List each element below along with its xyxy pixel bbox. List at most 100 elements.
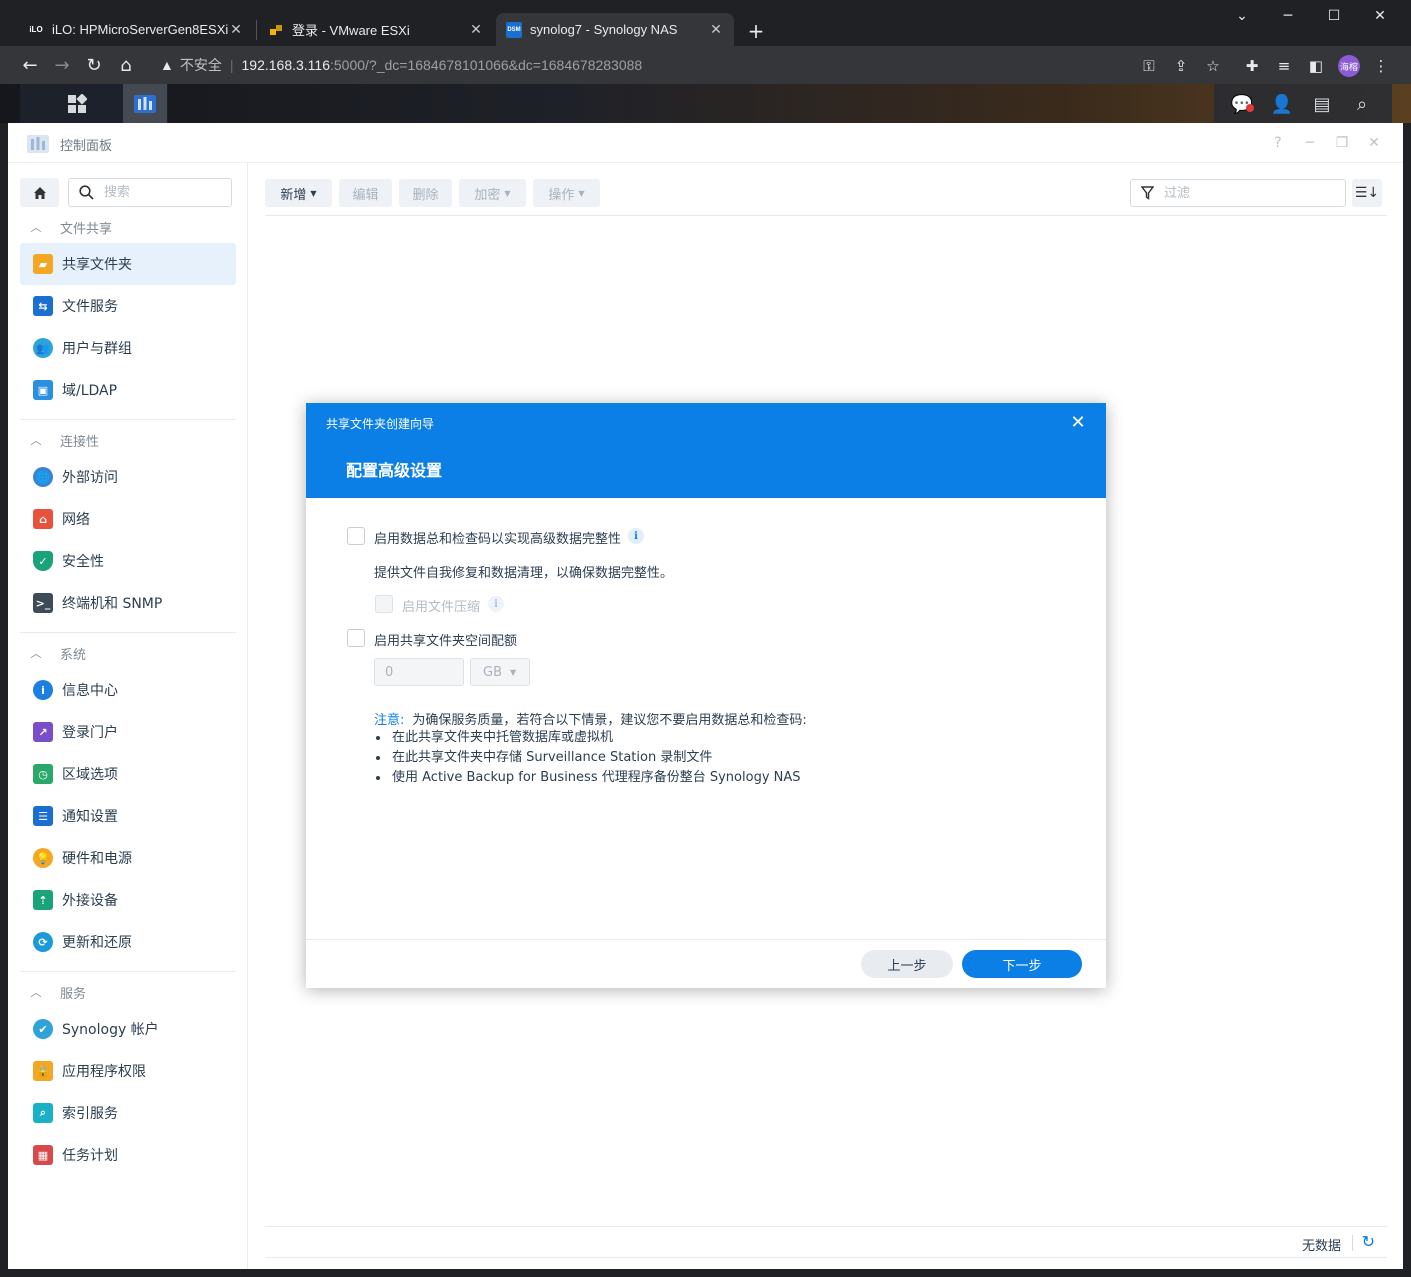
user-icon[interactable]: 👤: [1270, 92, 1294, 116]
section-system[interactable]: ︿ 系统: [20, 639, 236, 667]
sidebar-item-external-devices[interactable]: ⇡ 外接设备: [20, 879, 236, 921]
sidebar-item-indexing-service[interactable]: ⌕ 索引服务: [20, 1092, 236, 1134]
share-icon[interactable]: ⇪: [1171, 56, 1191, 76]
sidebar-item-label: 登录门户: [62, 725, 118, 741]
main-menu-grid-icon[interactable]: [55, 84, 99, 123]
menu-kebab-icon[interactable]: ⋮: [1371, 56, 1391, 76]
close-icon[interactable]: ✕: [1068, 412, 1088, 433]
action-button[interactable]: 操作 ▼: [533, 179, 600, 207]
sidebar-item-file-services[interactable]: ⇆ 文件服务: [20, 285, 236, 327]
dialog-header: 共享文件夹创建向导 配置高级设置 ✕: [306, 403, 1106, 498]
next-button[interactable]: 下一步: [962, 950, 1082, 978]
sort-button[interactable]: ☰↓: [1352, 179, 1382, 207]
reload-icon[interactable]: ↻: [83, 54, 105, 76]
sidebar-item-shared-folder[interactable]: ▰ 共享文件夹: [20, 243, 236, 285]
minimize-icon[interactable]: ─: [1301, 134, 1319, 152]
new-tab-icon[interactable]: +: [746, 19, 766, 43]
dialog-title: 配置高级设置: [346, 461, 443, 480]
sidebar-item-synology-account[interactable]: ✔ Synology 帐户: [20, 1008, 236, 1050]
refresh-icon[interactable]: ↻: [1362, 1232, 1375, 1251]
section-file-sharing[interactable]: ︿ 文件共享: [20, 213, 236, 241]
sidebar-item-update-restore[interactable]: ⟳ 更新和还原: [20, 921, 236, 963]
sidebar-item-task-scheduler[interactable]: ▦ 任务计划: [20, 1134, 236, 1176]
control-panel-taskbar-icon[interactable]: [123, 84, 167, 123]
side-panel-icon[interactable]: ◧: [1306, 56, 1326, 76]
sidebar-item-external-access[interactable]: 🌐 外部访问: [20, 456, 236, 498]
bookmark-star-icon[interactable]: ☆: [1203, 56, 1223, 76]
reading-list-icon[interactable]: ≡: [1274, 56, 1294, 76]
browser-tab-ilo[interactable]: iLO iLO: HPMicroServerGen8ESXi ✕: [18, 13, 254, 46]
sidebar-item-label: 任务计划: [62, 1148, 118, 1164]
info-icon[interactable]: i: [628, 528, 644, 544]
sidebar-item-network[interactable]: ⌂ 网络: [20, 498, 236, 540]
sidebar-item-domain-ldap[interactable]: ▣ 域/LDAP: [20, 369, 236, 411]
maximize-icon[interactable]: ☐: [1311, 0, 1357, 32]
caret-down-icon: ▼: [510, 667, 517, 677]
close-tab-icon[interactable]: ✕: [228, 21, 244, 38]
compression-label[interactable]: 启用文件压缩: [402, 596, 480, 615]
section-services[interactable]: ︿ 服务: [20, 978, 236, 1006]
encrypt-button[interactable]: 加密 ▼: [459, 179, 526, 207]
tab-title: synolog7 - Synology NAS: [530, 22, 678, 37]
external-device-icon: ⇡: [33, 890, 53, 910]
quota-unit-select[interactable]: GB ▼: [470, 658, 530, 686]
close-tab-icon[interactable]: ✕: [468, 21, 484, 38]
profile-avatar[interactable]: 海榕: [1338, 55, 1360, 77]
create-label: 新增: [280, 187, 307, 203]
compression-checkbox[interactable]: [375, 595, 393, 613]
warning-icon[interactable]: ▲: [160, 57, 174, 73]
info-icon[interactable]: i: [488, 596, 504, 612]
browser-tab-esxi[interactable]: 登录 - VMware ESXi ✕: [258, 13, 494, 46]
quota-label[interactable]: 启用共享文件夹空间配额: [374, 630, 517, 649]
home-icon[interactable]: ⌂: [115, 54, 137, 76]
list-item: 使用 Active Backup for Business 代理程序备份整台 S…: [374, 768, 801, 788]
sidebar-item-info-center[interactable]: i 信息中心: [20, 669, 236, 711]
filter-field[interactable]: [1130, 179, 1346, 207]
checksum-checkbox[interactable]: [347, 527, 365, 545]
help-icon[interactable]: ?: [1269, 134, 1287, 152]
sidebar-item-regional-options[interactable]: ◷ 区域选项: [20, 753, 236, 795]
sidebar-item-label: 终端机和 SNMP: [62, 596, 163, 612]
widgets-icon[interactable]: ▤: [1310, 92, 1334, 116]
ilo-favicon-icon: iLO: [29, 25, 43, 34]
close-icon[interactable]: ✕: [1365, 134, 1383, 152]
sidebar-item-label: 应用程序权限: [62, 1064, 146, 1080]
address-bar[interactable]: ▲ 不安全 | 192.168.3.116 :5000/?_dc=1684678…: [152, 50, 1232, 80]
home-button[interactable]: [20, 178, 59, 207]
section-connectivity[interactable]: ︿ 连接性: [20, 426, 236, 454]
sidebar-search[interactable]: [68, 178, 232, 207]
checksum-label[interactable]: 启用数据总和检查码以实现高级数据完整性: [374, 528, 621, 547]
browser-tab-synology[interactable]: DSM synolog7 - Synology NAS ✕: [496, 13, 734, 46]
forward-icon[interactable]: →: [51, 54, 73, 76]
close-tab-icon[interactable]: ✕: [708, 21, 724, 38]
create-button[interactable]: 新增 ▼: [265, 179, 332, 207]
filter-input[interactable]: [1162, 184, 1322, 202]
security-label[interactable]: 不安全: [180, 55, 222, 75]
minimize-icon[interactable]: ─: [1265, 0, 1311, 32]
restore-icon[interactable]: ❐: [1333, 134, 1351, 152]
sidebar-item-users-groups[interactable]: 👥 用户与群组: [20, 327, 236, 369]
sidebar-item-notification[interactable]: ☰ 通知设置: [20, 795, 236, 837]
sidebar-item-terminal-snmp[interactable]: >_ 终端机和 SNMP: [20, 582, 236, 624]
sidebar-item-login-portal[interactable]: ↗ 登录门户: [20, 711, 236, 753]
back-icon[interactable]: ←: [19, 54, 41, 76]
sidebar: ︿ 文件共享 ▰ 共享文件夹 ⇆ 文件服务 👥 用户与群组 ▣ 域/LDAP ︿ 连接性 🌐…: [8, 163, 248, 1269]
sidebar-item-security[interactable]: ✓ 安全性: [20, 540, 236, 582]
chevron-up-icon: ︿: [30, 434, 42, 447]
tab-separator: [256, 20, 257, 40]
previous-button[interactable]: 上一步: [861, 950, 953, 978]
extensions-icon[interactable]: ✚: [1242, 56, 1262, 76]
tab-search-chevron-icon[interactable]: ⌄: [1219, 0, 1265, 32]
close-window-icon[interactable]: ✕: [1357, 0, 1403, 32]
chevron-up-icon: ︿: [30, 986, 42, 999]
quota-size-input[interactable]: [374, 658, 464, 686]
sidebar-item-hardware-power[interactable]: 💡 硬件和电源: [20, 837, 236, 879]
sidebar-item-app-privileges[interactable]: 🔒 应用程序权限: [20, 1050, 236, 1092]
lock-icon: 🔒: [33, 1061, 53, 1081]
delete-button[interactable]: 删除: [399, 179, 452, 207]
quota-checkbox[interactable]: [347, 629, 365, 647]
search-icon[interactable]: ⌕: [1350, 92, 1374, 116]
key-icon[interactable]: ⚿: [1139, 56, 1159, 76]
sidebar-search-input[interactable]: [102, 184, 222, 201]
edit-button[interactable]: 编辑: [339, 179, 392, 207]
